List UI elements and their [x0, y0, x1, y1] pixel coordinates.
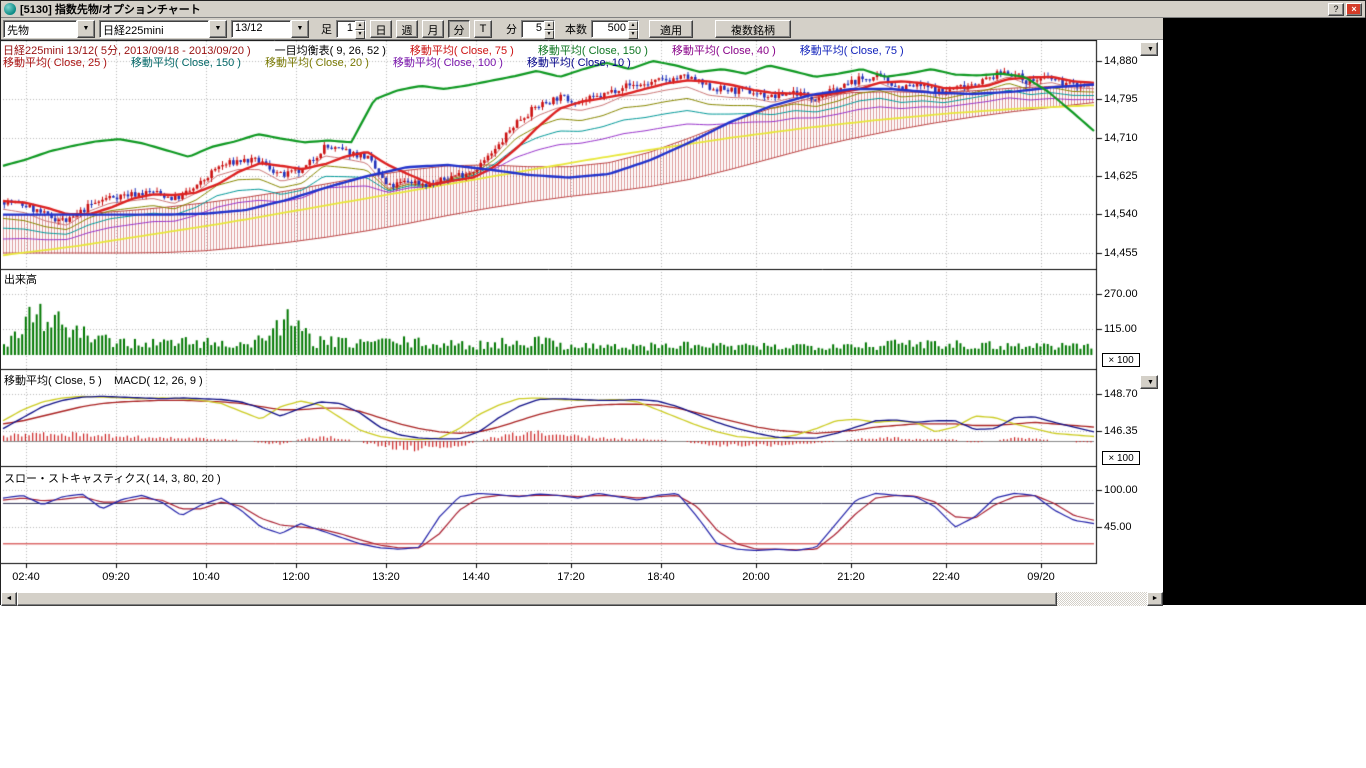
x-tick-3: 12:00	[282, 571, 310, 583]
chart-region: 日経225mini 13/12( 5分, 2013/09/18 - 2013/0…	[1, 40, 1163, 606]
close-button[interactable]: ×	[1346, 3, 1362, 16]
interval-value: 1	[337, 21, 355, 37]
chevron-down-icon[interactable]: ▼	[77, 20, 95, 38]
y-tick-stoch-1: 45.00	[1104, 521, 1132, 533]
bars-spinner[interactable]: ▲▼	[628, 21, 638, 37]
bars-value: 500	[592, 21, 628, 37]
minute-value: 5	[522, 21, 544, 37]
help-button[interactable]: ?	[1328, 3, 1344, 16]
x-tick-10: 22:40	[932, 571, 960, 583]
bars-label: 本数	[565, 21, 587, 37]
period-month-button[interactable]: 月	[422, 20, 444, 38]
bars-input[interactable]: 500 ▲▼	[591, 20, 639, 38]
period-tick-button[interactable]: T	[474, 20, 492, 38]
x-tick-6: 17:20	[557, 571, 585, 583]
y-tick-macd-0: 148.70	[1104, 388, 1138, 400]
toolbar: 先物 ▼ 日経225mini ▼ 13/12 ▼ 足 1 ▲▼ 日 週 月 分 …	[1, 18, 1163, 40]
titlebar: [5130] 指数先物/オプションチャート ? ×	[1, 1, 1365, 18]
spin-up-icon[interactable]: ▲	[544, 21, 554, 30]
y-tick-main-3: 14,625	[1104, 170, 1138, 182]
y-tick-macd-1: 146.35	[1104, 425, 1138, 437]
interval-input[interactable]: 1 ▲▼	[336, 20, 366, 38]
y-tick-main-1: 14,795	[1104, 93, 1138, 105]
window-title: [5130] 指数先物/オプションチャート	[20, 1, 201, 17]
chart-canvas[interactable]	[1, 40, 1105, 606]
macd-multiplier-badge: × 100	[1102, 451, 1140, 465]
y-tick-main-5: 14,455	[1104, 247, 1138, 259]
spin-up-icon[interactable]: ▲	[628, 21, 638, 30]
minute-input[interactable]: 5 ▲▼	[521, 20, 555, 38]
spin-up-icon[interactable]: ▲	[355, 21, 365, 30]
category-value: 先物	[3, 20, 77, 38]
symbol-value: 日経225mini	[99, 20, 209, 38]
app-icon	[4, 3, 16, 15]
interval-spinner[interactable]: ▲▼	[355, 21, 365, 37]
multi-symbol-button[interactable]: 複数銘柄	[715, 20, 791, 38]
scrollbar-thumb[interactable]	[17, 592, 1057, 606]
chevron-down-icon[interactable]: ▼	[291, 20, 309, 38]
spin-down-icon[interactable]: ▼	[355, 30, 365, 39]
x-tick-11: 09/20	[1027, 571, 1055, 583]
symbol-select[interactable]: 日経225mini ▼	[99, 20, 227, 38]
period-day-button[interactable]: 日	[370, 20, 392, 38]
category-select[interactable]: 先物 ▼	[3, 20, 95, 38]
contract-select[interactable]: 13/12 ▼	[231, 20, 309, 38]
spin-down-icon[interactable]: ▼	[544, 30, 554, 39]
right-void	[1163, 18, 1366, 605]
x-tick-8: 20:00	[742, 571, 770, 583]
x-tick-1: 09:20	[102, 571, 130, 583]
x-tick-2: 10:40	[192, 571, 220, 583]
x-tick-9: 21:20	[837, 571, 865, 583]
x-tick-4: 13:20	[372, 571, 400, 583]
period-week-button[interactable]: 週	[396, 20, 418, 38]
spin-down-icon[interactable]: ▼	[628, 30, 638, 39]
apply-button[interactable]: 適用	[649, 20, 693, 38]
period-minute-button[interactable]: 分	[448, 20, 470, 38]
ashi-label: 足	[321, 21, 332, 37]
y-tick-stoch-0: 100.00	[1104, 484, 1138, 496]
contract-value: 13/12	[231, 20, 291, 38]
scroll-left-icon[interactable]: ◄	[1, 592, 17, 606]
chevron-down-icon[interactable]: ▼	[209, 20, 227, 38]
volume-multiplier-badge: × 100	[1102, 353, 1140, 367]
minute-label: 分	[506, 21, 517, 37]
macd-panel-scroll-button[interactable]: ▼	[1140, 375, 1158, 389]
y-tick-volume-0: 270.00	[1104, 288, 1138, 300]
x-tick-5: 14:40	[462, 571, 490, 583]
app-window: [5130] 指数先物/オプションチャート ? × 先物 ▼ 日経225mini…	[0, 0, 1366, 605]
x-tick-7: 18:40	[647, 571, 675, 583]
titlebar-buttons: ? ×	[1328, 3, 1362, 16]
x-tick-0: 02:40	[12, 571, 40, 583]
y-tick-main-0: 14,880	[1104, 55, 1138, 67]
y-tick-main-4: 14,540	[1104, 208, 1138, 220]
main-panel-scroll-button[interactable]: ▼	[1140, 42, 1158, 56]
horizontal-scrollbar[interactable]: ◄ ►	[1, 592, 1163, 606]
scroll-right-icon[interactable]: ►	[1147, 592, 1163, 606]
y-tick-volume-1: 115.00	[1104, 323, 1137, 335]
minute-spinner[interactable]: ▲▼	[544, 21, 554, 37]
y-tick-main-2: 14,710	[1104, 132, 1138, 144]
